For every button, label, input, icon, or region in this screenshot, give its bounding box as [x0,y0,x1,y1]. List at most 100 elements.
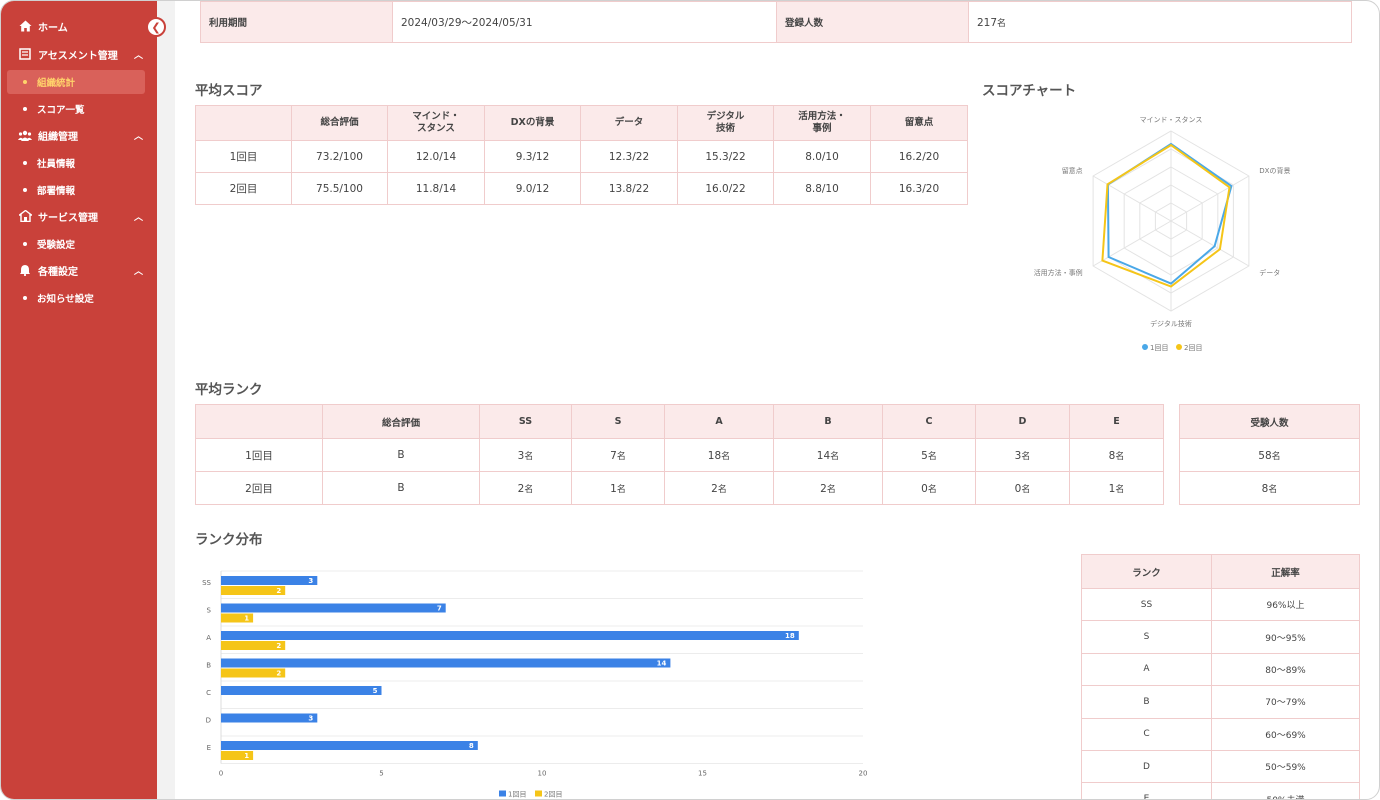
sidebar-item-notice-settings[interactable]: お知らせ設定 [7,286,145,310]
bar-legend-swatch [535,790,542,797]
sidebar-item-score-list[interactable]: スコア一覧 [7,97,145,121]
avg-score-cell: 1回目 [195,140,292,173]
bar-1回目 [221,658,671,668]
radar-legend-label: 1回目 [1150,344,1168,352]
acc-header-rank: ランク [1081,554,1212,589]
bar-1回目 [221,713,318,723]
bar-value-label: 5 [373,687,378,695]
nav-settings-label: 各種設定 [38,266,78,278]
avg-score-cell: 75.5/100 [291,172,388,205]
bar-value-label: 3 [308,577,313,585]
accuracy-rate: 60〜69% [1211,717,1360,751]
sidebar: ホーム アセスメント管理 ︿ 組織統計 スコア一覧 組織管理 ︿ 社員情報 部署… [1,1,157,799]
examinees-1: 58名 [1179,438,1360,472]
bar-value-label: 2 [276,670,281,678]
rank-count-cell: 0名 [882,471,976,505]
bar-1回目 [221,686,382,695]
bar-legend-label: 2回目 [544,791,562,799]
gutter [157,1,175,799]
info-table: 利用期間 2024/03/29〜2024/05/31 登録人数 217名 [200,1,1352,43]
bar-x-tick: 20 [859,770,868,778]
bar-legend-swatch [499,790,506,797]
collapse-sidebar-button[interactable]: ❮ [146,17,166,37]
sidebar-item-org-stats[interactable]: 組織統計 [7,70,145,94]
avg-header-total: 総合評価 [291,105,388,141]
avg-score-cell: 11.8/14 [387,172,485,205]
nav-assessment[interactable]: アセスメント管理 ︿ [1,46,157,62]
accuracy-rate: 96%以上 [1211,587,1360,622]
radar-axis-label: マインド・スタンス [1140,115,1203,124]
examinees-2: 8名 [1179,471,1360,505]
rank-row-label: 1回目 [195,438,323,472]
radar-axis-label: DXの背景 [1259,166,1290,175]
home-icon [18,19,32,33]
bar-1回目 [221,741,478,750]
accuracy-rank: B [1081,685,1212,719]
bar-1回目 [221,631,799,640]
chevron-up-icon[interactable]: ︿ [134,129,143,142]
bar-category-label: E [207,744,211,752]
rank-count-cell: 7名 [571,438,665,472]
sidebar-item-employee-info[interactable]: 社員情報 [7,151,145,175]
avg-score-table: 総合評価 マインド・ スタンス DXの背景 データ デジタル 技術 活用方法・ 事例 … [195,105,968,205]
rank-header-d: D [975,404,1070,439]
chevron-up-icon[interactable]: ︿ [134,48,143,61]
bar-1回目 [221,576,318,585]
nav-service[interactable]: サービス管理 ︿ [1,208,157,224]
bar-category-label: C [206,689,211,697]
rank-header-empty [195,404,323,439]
sidebar-item-department-info[interactable]: 部署情報 [7,178,145,202]
accuracy-rank: SS [1081,587,1212,622]
avg-header-data: データ [580,105,678,141]
avg-rank-title: 平均ランク [195,382,263,398]
rank-count-cell: 1名 [571,471,665,505]
rank-header-c: C [882,404,976,439]
accuracy-row: E50%未満 [1081,782,1360,799]
avg-score-cell: 8.8/10 [773,172,871,205]
bar-value-label: 18 [785,632,795,640]
bar-value-label: 14 [657,660,667,668]
bar-value-label: 2 [276,642,281,650]
chevron-up-icon[interactable]: ︿ [134,264,143,277]
avg-score-row: 2回目 75.5/100 11.8/14 9.0/12 13.8/22 16.0/22 8.… [195,172,968,205]
chevron-up-icon[interactable]: ︿ [134,210,143,223]
rank-count-cell: 8名 [1069,438,1164,472]
accuracy-rate: 70〜79% [1211,685,1360,719]
avg-score-cell: 16.3/20 [870,172,968,205]
rank-count-cell: 18名 [664,438,774,472]
bar-legend-label: 1回目 [508,791,526,799]
avg-score-cell: 12.0/14 [387,140,485,173]
accuracy-rank: A [1081,652,1212,687]
accuracy-rate: 50〜59% [1211,749,1360,784]
avg-rank-row: 1回目 B 3名 7名 18名 14名 5名 3名 8名 [195,438,1164,472]
accuracy-rank: D [1081,749,1212,784]
rank-header-b: B [773,404,883,439]
nav-home[interactable]: ホーム [1,18,157,34]
clipboard-icon [18,47,32,61]
nav-settings[interactable]: 各種設定 ︿ [1,262,157,278]
bar-1回目 [221,603,446,613]
sidebar-item-exam-settings[interactable]: 受験設定 [7,232,145,256]
bar-value-label: 1 [244,615,249,623]
period-label: 利用期間 [200,1,393,43]
accuracy-row: A 80〜89% [1081,652,1360,687]
avg-header-usage: 活用方法・ 事例 [773,105,871,141]
rank-row-grade: B [322,438,480,472]
avg-score-cell: 2回目 [195,172,292,205]
bar-value-label: 1 [244,752,249,760]
radar-axis-label: 活用方法・事例 [1034,268,1083,277]
accuracy-row: B 70〜79% [1081,685,1360,719]
users-icon [18,128,32,142]
radar-series-2 [1101,143,1231,288]
store-icon [18,209,32,223]
nav-service-label: サービス管理 [38,212,98,224]
nav-org[interactable]: 組織管理 ︿ [1,127,157,143]
rank-header-e: E [1069,404,1164,439]
rank-header-s: S [571,404,665,439]
bar-category-label: S [207,607,212,615]
avg-score-cell: 9.0/12 [484,172,581,205]
accuracy-rank: E [1081,782,1212,799]
score-chart-title: スコアチャート [982,83,1077,99]
accuracy-table: ランク 正解率 SS 96%以上 S 90〜95% A 80〜89% B 70〜79% C 60〜… [1081,554,1360,799]
avg-score-cell: 16.0/22 [677,172,774,205]
